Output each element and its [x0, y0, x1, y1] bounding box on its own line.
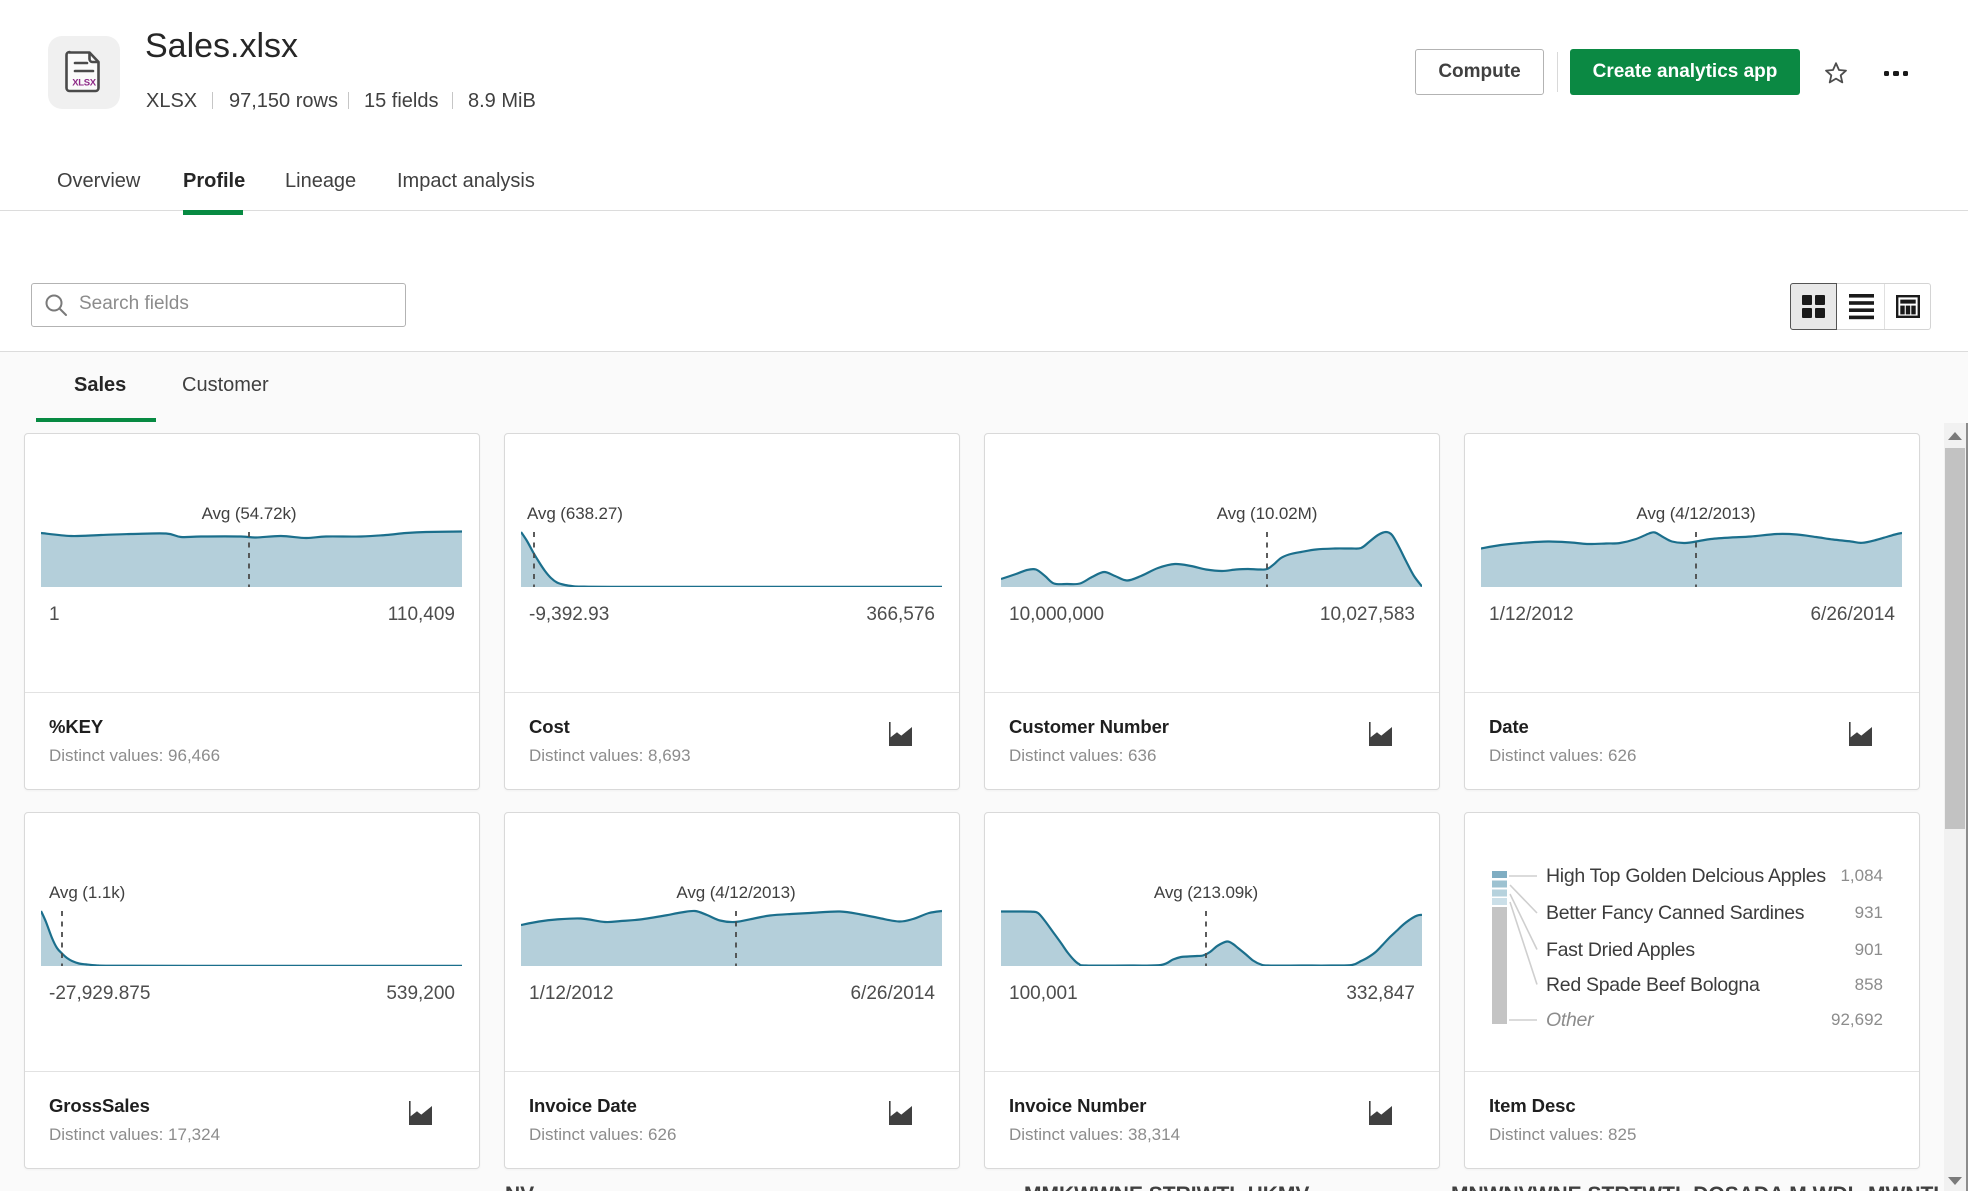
svg-text:XLSX: XLSX: [72, 78, 97, 89]
